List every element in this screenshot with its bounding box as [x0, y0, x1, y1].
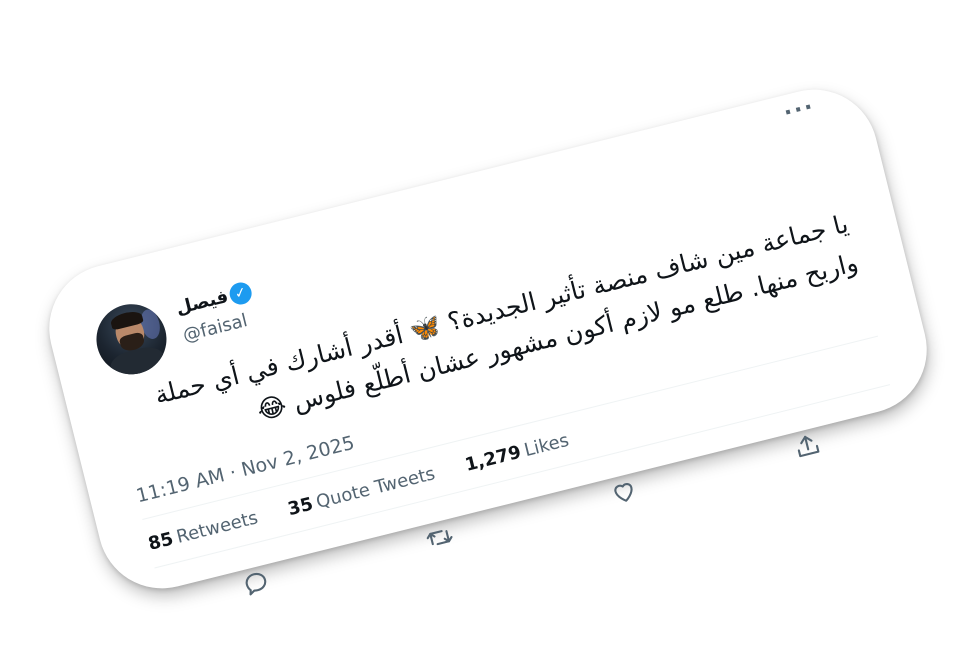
- retweets-count: 85: [146, 528, 176, 555]
- verified-badge-icon: ✓: [227, 280, 254, 307]
- likes-label: Likes: [522, 429, 572, 462]
- quote-tweets-stat[interactable]: 35Quote Tweets: [286, 463, 437, 520]
- heart-icon: [614, 483, 633, 502]
- retweet-icon: [426, 529, 453, 546]
- reply-button[interactable]: [239, 566, 274, 604]
- like-button[interactable]: [607, 475, 642, 513]
- avatar[interactable]: [89, 296, 174, 382]
- more-options-button[interactable]: ···: [781, 94, 817, 126]
- retweets-label: Retweets: [174, 507, 261, 548]
- likes-stat[interactable]: 1,279Likes: [463, 430, 571, 476]
- quote-tweets-count: 35: [285, 493, 316, 521]
- retweet-button[interactable]: [423, 521, 458, 559]
- reply-icon: [245, 572, 267, 596]
- share-icon: [798, 435, 820, 458]
- display-name[interactable]: فيصل: [174, 286, 230, 319]
- share-button[interactable]: [791, 429, 826, 467]
- tweet-card: ··· فيصل ✓ @faisal يا جماعة مين شاف منصة…: [35, 76, 941, 604]
- likes-count: 1,279: [462, 441, 524, 476]
